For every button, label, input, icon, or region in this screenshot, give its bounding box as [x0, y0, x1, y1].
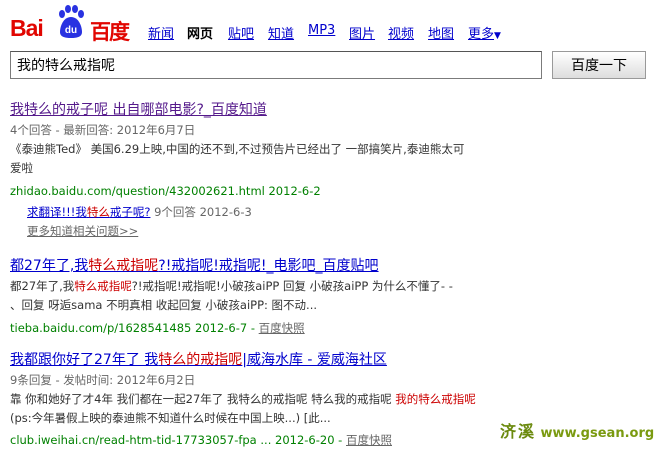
watermark-url: www.gsean.org [540, 426, 655, 441]
paw-icon: du [59, 5, 84, 38]
watermark-chinese: 济溪 [500, 422, 537, 441]
related-question: 求翻译!!!我特么戒子呢? 9个回答 2012-6-3 [10, 203, 640, 222]
snapshot-link[interactable]: 百度快照 [346, 433, 392, 447]
result-url: tieba.baidu.com/p/1628541485 2012-6-7 - … [10, 321, 305, 335]
result-snippet-cont: 、回复 呀逅sama 不明真相 收起回复 小破孩aiPP: 图不动... [10, 298, 318, 312]
search-result: 都27年了,我特么戒指呢?!戒指呢!戒指呢!_电影吧_百度贴吧 都27年了,我特… [10, 255, 640, 338]
baidu-logo[interactable]: Bai du 百度 [10, 4, 130, 46]
related-question-link[interactable]: 求翻译!!!我特么戒子呢? [27, 205, 150, 219]
snapshot-link[interactable]: 百度快照 [259, 321, 305, 335]
nav-item-web: 网页 [187, 27, 214, 42]
more-zhidao-link[interactable]: 更多知道相关问题>> [10, 222, 640, 241]
logo-du-text: du [65, 25, 77, 36]
result-title-link[interactable]: 都27年了,我特么戒指呢?!戒指呢!戒指呢!_电影吧_百度贴吧 [10, 255, 640, 277]
result-snippet: 都27年了,我特么戒指呢?!戒指呢!戒指呢!小破孩aiPP 回复 小破孩aiPP… [10, 279, 453, 293]
result-title-link[interactable]: 我都跟你好了27年了 我特么的戒指呢|威海水库 - 爱威海社区 [10, 349, 640, 371]
nav-item-more[interactable]: 更多▼ [468, 23, 501, 42]
nav-item-mp3[interactable]: MP3 [308, 23, 335, 38]
result-meta: 9条回复 - 发帖时间: 2012年6月2日 [10, 373, 196, 387]
result-snippet-cont: 爱啦 [10, 161, 33, 175]
nav-item-images[interactable]: 图片 [349, 23, 375, 42]
result-meta: 4个回答 - 最新回答: 2012年6月7日 [10, 123, 196, 137]
related-question-meta: 9个回答 2012-6-3 [150, 205, 252, 219]
nav-item-video[interactable]: 视频 [388, 23, 414, 42]
result-snippet: 《泰迪熊Ted》 美国6.29上映,中国的还不到,不过预告片已经出了 一部搞笑片… [10, 142, 465, 156]
search-input[interactable] [10, 51, 542, 79]
logo-chinese-text: 百度 [90, 20, 130, 44]
result-snippet: 靠 你和她好了才4年 我们都在一起27年了 我特么的戒指呢 特么我的戒指呢 我的… [10, 392, 476, 406]
search-button[interactable]: 百度一下 [552, 51, 646, 79]
nav-item-tieba[interactable]: 贴吧 [228, 23, 254, 42]
nav-item-zhidao[interactable]: 知道 [268, 23, 294, 42]
chevron-down-icon: ▼ [494, 31, 501, 41]
search-result: 我特么的戒子呢 出自哪部电影?_百度知道 4个回答 - 最新回答: 2012年6… [10, 99, 640, 241]
watermark: 济溪 www.gsean.org [500, 418, 654, 442]
logo-bai-text: Bai [10, 15, 44, 41]
nav-item-news[interactable]: 新闻 [148, 23, 174, 42]
result-url: zhidao.baidu.com/question/432002621.html… [10, 184, 321, 198]
nav-item-map[interactable]: 地图 [428, 23, 454, 42]
result-title-link[interactable]: 我特么的戒子呢 出自哪部电影?_百度知道 [10, 99, 640, 121]
